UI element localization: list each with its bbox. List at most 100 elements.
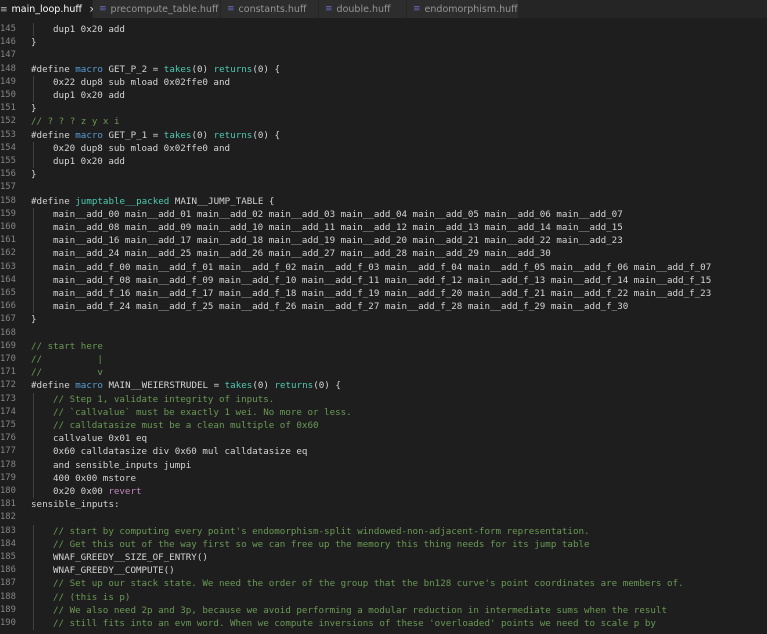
code-token: 0x20 0x00 [53, 486, 109, 497]
line-number: 148 [0, 63, 16, 74]
code-line[interactable]: 149 0x22 dup8 sub mload 0x02ffe0 and [0, 76, 767, 89]
code-line[interactable]: 157 [0, 181, 767, 194]
code-line[interactable]: 156} [0, 168, 767, 181]
code-line[interactable]: 180 0x20 0x00 revert [0, 485, 767, 498]
code-line[interactable]: 173 // Step 1, validate integrity of inpu… [0, 393, 767, 406]
code-line[interactable]: 151} [0, 102, 767, 115]
code-line[interactable]: 162 main__add_24 main__add_25 main__add_2… [0, 247, 767, 260]
code-token: (0) [252, 380, 275, 392]
code-line[interactable]: 185 WNAF_GREEDY__SIZE_OF_ENTRY() [0, 551, 767, 564]
line-number: 163 [0, 261, 16, 272]
code-text: dup1 0x20 add [53, 89, 125, 102]
tab-double-huff[interactable]: ≡ double.huff [319, 0, 407, 18]
code-line[interactable]: 184 // Get this out of the way first so w… [0, 538, 767, 551]
tab-bar: ≡main_loop.huff×≡precompute_table.huff≡c… [0, 0, 767, 18]
code-line[interactable]: 150 dup1 0x20 add [0, 89, 767, 102]
code-line[interactable]: 163 main__add_f_00 main__add_f_01 main__a… [0, 261, 767, 274]
code-text: } [31, 168, 37, 181]
code-text: // start here [31, 340, 103, 353]
line-number: 147 [0, 50, 16, 61]
code-line[interactable]: 179 400 0x00 mstore [0, 472, 767, 485]
indent-guide [33, 207, 34, 314]
code-line[interactable]: 181 sensible_inputs: [0, 498, 767, 511]
code-token: } [31, 37, 37, 49]
code-token: main__add_f_08 main__add_f_09 main__add_… [53, 274, 712, 286]
code-line[interactable]: 189 // We also need 2p and 3p, because we… [0, 604, 767, 617]
code-token: callvalue 0x01 eq [53, 433, 148, 445]
line-number: 164 [0, 274, 16, 285]
code-line[interactable]: 152 // ? ? ? z y x i [0, 115, 767, 128]
code-token: // Set up our stack state. We need the o… [53, 578, 684, 590]
code-token: MAIN__JUMP_TABLE { [169, 195, 275, 207]
code-text: callvalue 0x01 eq [53, 432, 147, 445]
code-line[interactable]: 182 [0, 511, 767, 524]
code-line[interactable]: 188 // (this is p) [0, 591, 767, 604]
tab-label: precompute_table.huff [110, 3, 219, 15]
file-icon: ≡ [325, 4, 333, 14]
code-line[interactable]: 167} [0, 313, 767, 326]
code-line[interactable]: 145 dup1 0x20 add [0, 23, 767, 36]
line-number: 149 [0, 76, 16, 87]
code-line[interactable]: 190 // still fits into an evm word. When … [0, 617, 767, 630]
code-line[interactable]: 187 // Set up our stack state. We need th… [0, 577, 767, 590]
line-number: 184 [0, 538, 16, 549]
code-token: GET_P_1 = [102, 129, 164, 141]
code-line[interactable]: 175 // calldatasize must be a clean multi… [0, 419, 767, 432]
tab-endomorphism-huff[interactable]: ≡ endomorphism.huff [407, 0, 519, 18]
code-token: } [31, 103, 37, 115]
code-editor[interactable]: 145 dup1 0x20 add 146} 147 148 #define macro … [0, 18, 767, 634]
code-token: sensible_inputs: [31, 499, 120, 511]
code-line[interactable]: 168 [0, 327, 767, 340]
code-token: returns [274, 380, 314, 392]
indent-guide [33, 75, 34, 103]
code-line[interactable]: 159 main__add_00 main__add_01 main__add_0… [0, 208, 767, 221]
code-line[interactable]: 153 #define macro GET_P_1 = takes(0) retu… [0, 129, 767, 142]
tab-main-loop-huff[interactable]: ≡main_loop.huff× [0, 0, 96, 18]
code-line[interactable]: 171 // v [0, 366, 767, 379]
line-number: 179 [0, 472, 16, 483]
code-token: // still fits into an evm word. When we … [53, 618, 656, 629]
code-text: sensible_inputs: [31, 498, 120, 511]
code-line[interactable]: 164 main__add_f_08 main__add_f_09 main__a… [0, 274, 767, 287]
code-line[interactable]: 165 main__add_f_16 main__add_f_17 main__a… [0, 287, 767, 300]
code-token: takes [163, 63, 192, 75]
code-text: main__add_f_00 main__add_f_01 main__add_… [53, 261, 711, 274]
code-token: 400 0x00 mstore [53, 472, 136, 484]
tab-label: main_loop.huff [11, 4, 82, 15]
code-line[interactable]: 174 // `callvalue` must be exactly 1 wei.… [0, 406, 767, 419]
code-line[interactable]: 154 0x20 dup8 sub mload 0x02ffe0 and [0, 142, 767, 155]
line-number: 146 [0, 37, 16, 48]
code-line[interactable]: 186 WNAF_GREEDY__COMPUTE() [0, 564, 767, 577]
code-token: 0x60 calldatasize div 0x60 mul calldatas… [53, 446, 308, 458]
code-line[interactable]: 146} [0, 36, 767, 49]
code-token: // | [31, 354, 103, 365]
code-line[interactable]: 176 callvalue 0x01 eq [0, 432, 767, 445]
code-token: (0) { [252, 129, 281, 141]
code-line[interactable]: 158 #define jumptable__packed MAIN__JUMP_… [0, 195, 767, 208]
tab-precompute-table-huff[interactable]: ≡ precompute_table.huff [93, 0, 221, 18]
code-token: #define [31, 129, 76, 141]
code-line[interactable]: 172 #define macro MAIN__WEIERSTRUDEL = ta… [0, 379, 767, 392]
code-text: #define jumptable__packed MAIN__JUMP_TAB… [31, 195, 274, 208]
code-line[interactable]: 177 0x60 calldatasize div 0x60 mul callda… [0, 445, 767, 458]
code-token: revert [108, 486, 142, 497]
code-token: #define [31, 380, 76, 392]
code-line[interactable]: 161 main__add_16 main__add_17 main__add_1… [0, 234, 767, 247]
code-line[interactable]: 148 #define macro GET_P_2 = takes(0) retu… [0, 63, 767, 76]
code-line[interactable]: 160 main__add_08 main__add_09 main__add_1… [0, 221, 767, 234]
code-line[interactable]: 166 main__add_f_24 main__add_f_25 main__a… [0, 300, 767, 313]
code-token: // Get this out of the way first so we c… [53, 538, 590, 550]
code-line[interactable]: 169 // start here [0, 340, 767, 353]
code-line[interactable]: 170 // | [0, 353, 767, 366]
code-token: main__add_f_16 main__add_f_17 main__add_… [53, 288, 712, 299]
code-text: WNAF_GREEDY__COMPUTE() [53, 564, 175, 577]
code-text: 400 0x00 mstore [53, 472, 136, 485]
code-line[interactable]: 183 // start by computing every point's e… [0, 525, 767, 538]
code-line[interactable]: 147 [0, 49, 767, 62]
code-text: 0x20 dup8 sub mload 0x02ffe0 and [53, 142, 230, 155]
code-line[interactable]: 178 and sensible_inputs jumpi [0, 459, 767, 472]
code-text: 0x22 dup8 sub mload 0x02ffe0 and [53, 76, 230, 89]
code-line[interactable]: 155 dup1 0x20 add [0, 155, 767, 168]
code-text: dup1 0x20 add [53, 155, 125, 168]
tab-constants-huff[interactable]: ≡ constants.huff [221, 0, 319, 18]
